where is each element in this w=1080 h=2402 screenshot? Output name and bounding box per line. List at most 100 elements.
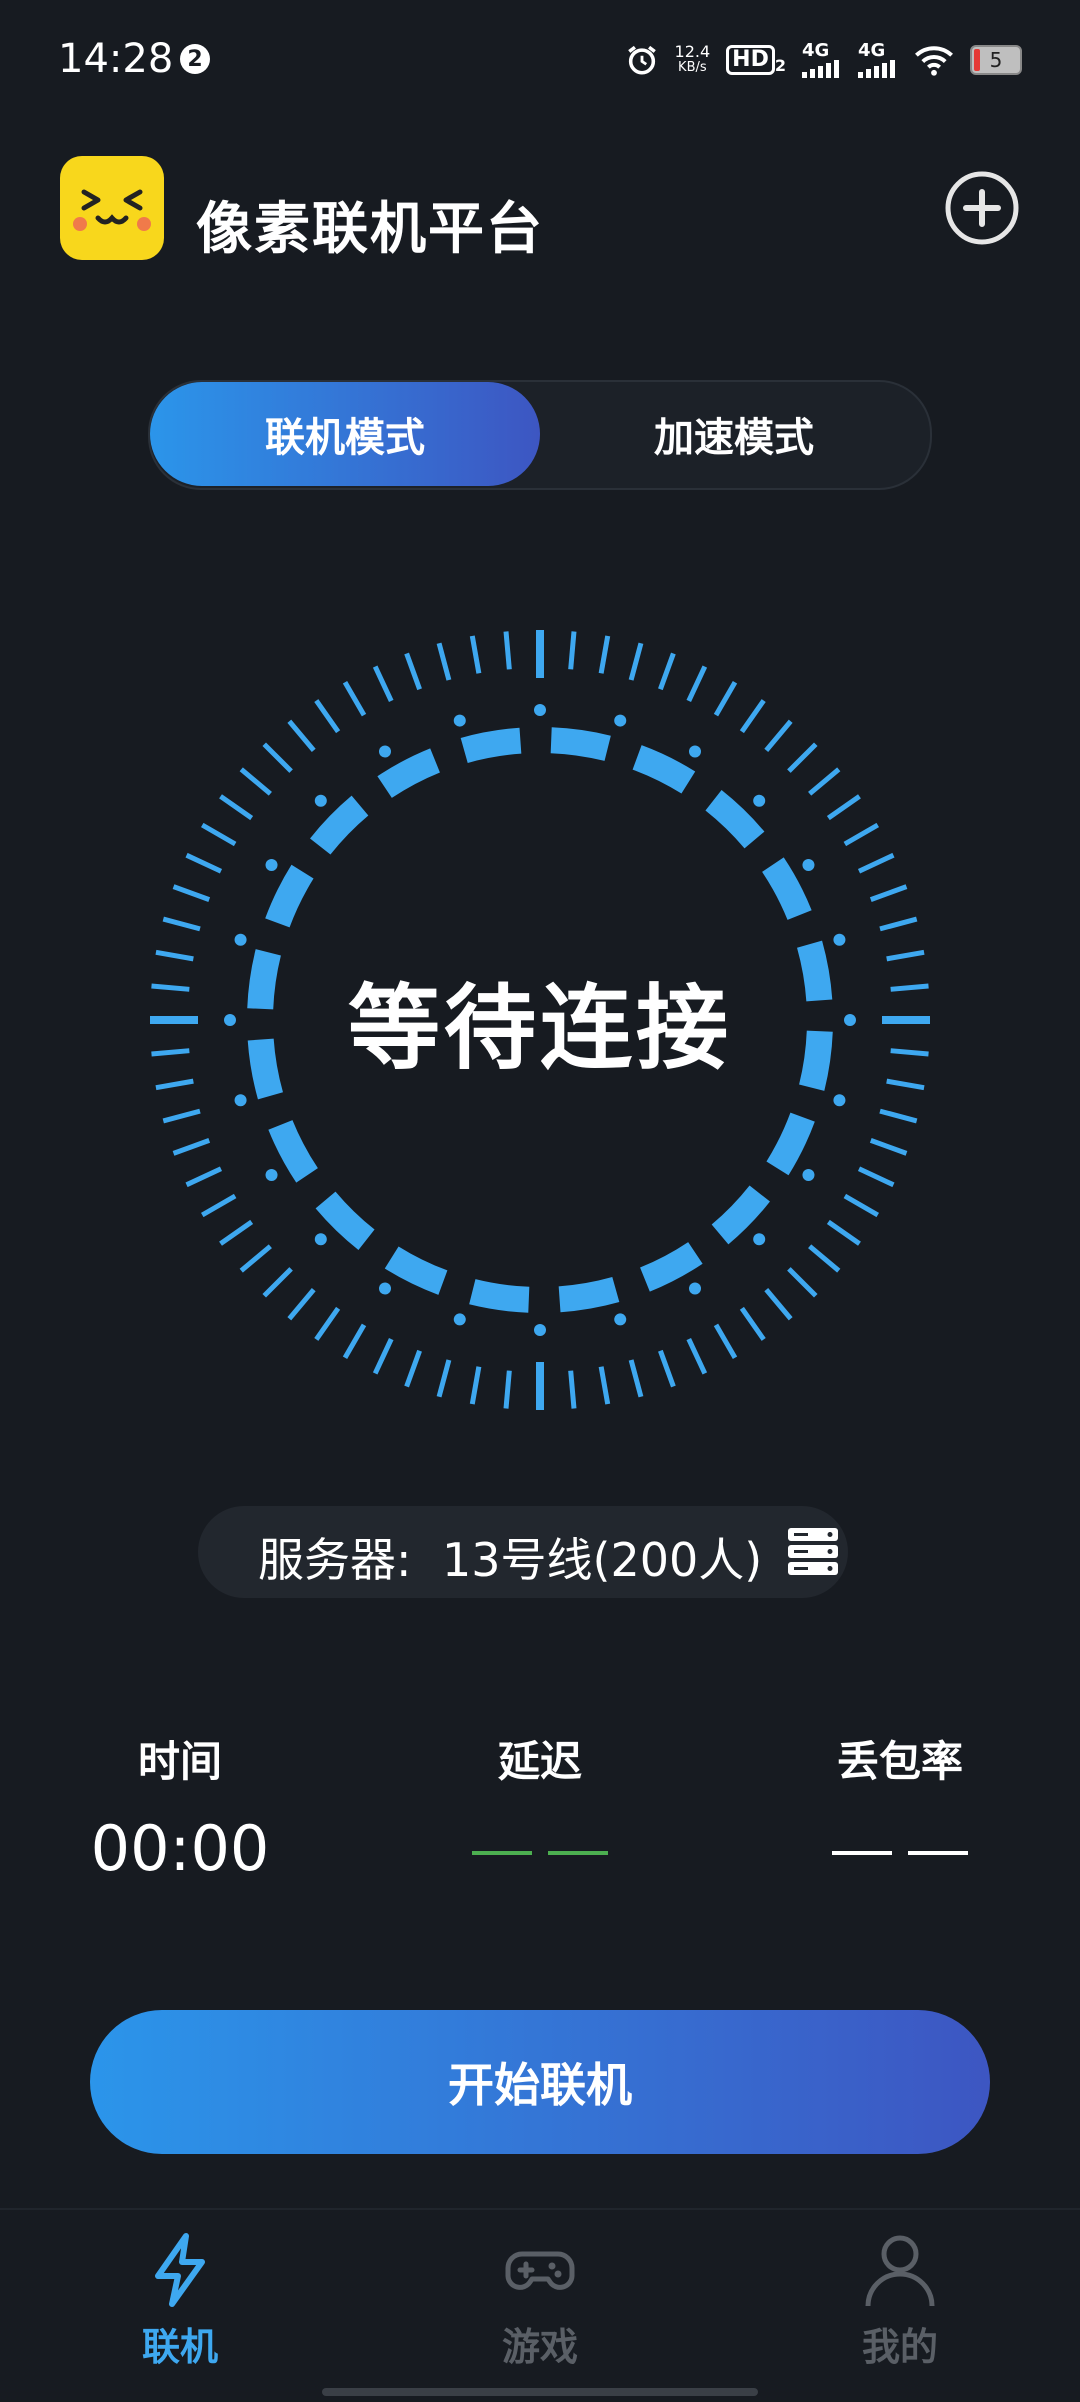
nav-label-connect: 联机	[141, 2325, 218, 2369]
dial-tick	[219, 1219, 254, 1246]
tab-accelerate-mode[interactable]: 加速模式	[540, 382, 928, 486]
dial-tick	[172, 884, 211, 902]
dial-dot	[265, 1169, 278, 1181]
dial-arc-segment	[639, 1241, 703, 1292]
dial-tick	[843, 822, 879, 847]
stat-loss-label: 丢包率	[836, 1737, 963, 1786]
dial-arc-segment	[705, 790, 765, 849]
dial-dot	[534, 1324, 546, 1336]
connection-status-text: 等待连接	[347, 974, 732, 1082]
nav-item-profile[interactable]: 我的	[780, 2230, 1020, 2380]
status-time: 14:28	[58, 36, 174, 82]
stat-latency-label: 延迟	[497, 1737, 582, 1786]
dial-tick	[469, 635, 482, 674]
dial-dot	[689, 745, 701, 758]
dial-tick	[826, 1219, 861, 1246]
signal-icon-1: 4G	[802, 42, 842, 78]
status-icons: 12.4 KB/s HD 2 4G 4G 5	[625, 38, 1022, 82]
dial-tick	[568, 631, 577, 670]
stat-latency-dash-2	[548, 1851, 608, 1855]
hd-icon: HD 2	[726, 45, 786, 75]
dial-tick	[342, 1323, 367, 1359]
dial-dot	[802, 1169, 815, 1181]
dial-dot	[833, 933, 846, 946]
dial-tick	[162, 916, 201, 932]
battery-icon: 5	[970, 45, 1022, 75]
dial-arc-segment	[550, 727, 611, 761]
dial-arc-segment	[632, 745, 696, 794]
dial-tick	[172, 1138, 211, 1156]
dial-tick	[404, 652, 422, 691]
dial-tick	[686, 1337, 708, 1375]
dial-dot	[534, 704, 546, 716]
dial-tick	[764, 1288, 793, 1321]
lightning-icon	[155, 2233, 205, 2307]
dial-tick	[239, 767, 272, 796]
dial-arc-segment	[315, 1191, 375, 1250]
dial-tick	[201, 1193, 237, 1218]
server-label: 服务器:	[258, 1533, 412, 1587]
dial-tick	[598, 635, 611, 674]
nav-label-profile: 我的	[861, 2325, 938, 2369]
dial-dot	[689, 1282, 701, 1295]
dial-tick	[372, 1337, 394, 1375]
dial-tick	[826, 794, 861, 821]
dial-dot	[833, 1094, 846, 1107]
wifi-icon	[915, 46, 953, 76]
dial-tick	[869, 884, 908, 902]
dial-tick	[201, 822, 237, 847]
stat-loss-dash-1	[832, 1851, 892, 1855]
user-icon	[865, 2235, 935, 2307]
start-connect-button[interactable]: 开始联机	[90, 2010, 990, 2154]
server-value: 13号线(200人)	[442, 1533, 763, 1587]
dial-arc-segment	[558, 1276, 620, 1313]
stat-loss-dash-2	[908, 1851, 968, 1855]
dial-arc-segment	[766, 1112, 815, 1176]
dial-tick	[886, 949, 925, 962]
dial-tick	[469, 1366, 482, 1405]
stat-time-value: 00:00	[90, 1812, 270, 1885]
dial-dot	[614, 1313, 627, 1326]
dial-tick	[185, 852, 223, 874]
dial-tick	[436, 642, 452, 681]
dial-tick	[503, 631, 512, 670]
notification-badge: 2	[180, 44, 210, 74]
nav-item-games[interactable]: 游戏	[420, 2230, 660, 2380]
dial-tick	[787, 1267, 818, 1298]
dial-tick	[628, 1359, 644, 1398]
dial-tick	[869, 1138, 908, 1156]
dial-dot	[614, 714, 627, 727]
dial-tick	[808, 767, 841, 796]
dial-tick	[628, 642, 644, 681]
net-speed: 12.4 KB/s	[674, 42, 711, 76]
stat-latency-dash-1	[472, 1851, 532, 1855]
dial-tick	[342, 681, 367, 717]
dial-tick	[372, 665, 394, 703]
dial-tick	[287, 719, 316, 752]
dial-tick	[713, 1323, 738, 1359]
alarm-icon	[627, 45, 656, 75]
dial-dot	[314, 794, 327, 807]
dial-arc-segment	[761, 857, 812, 921]
dial-tick	[658, 1349, 676, 1388]
dial-arc-segment	[265, 864, 314, 928]
dial-dot	[379, 745, 391, 758]
stat-time-label: 时间	[137, 1737, 222, 1786]
dial-arc-segment	[268, 1119, 319, 1183]
server-list-icon[interactable]	[786, 1526, 840, 1578]
dial-dot	[234, 933, 247, 946]
dial-dot	[753, 794, 766, 807]
dial-arc-segment	[310, 795, 369, 855]
dial-tick	[155, 949, 194, 962]
dial-dot	[802, 859, 815, 871]
dial-tick	[598, 1366, 611, 1405]
nav-label-games: 游戏	[501, 2325, 578, 2369]
dial-arc-segment	[384, 1246, 448, 1295]
dial-tick	[436, 1359, 452, 1398]
dial-tick	[314, 1306, 341, 1341]
dial-tick	[739, 1306, 766, 1341]
tab-connect-mode[interactable]: 联机模式	[150, 382, 540, 486]
dial-tick	[843, 1193, 879, 1218]
nav-item-connect[interactable]: 联机	[60, 2230, 300, 2380]
add-button[interactable]	[944, 170, 1020, 246]
